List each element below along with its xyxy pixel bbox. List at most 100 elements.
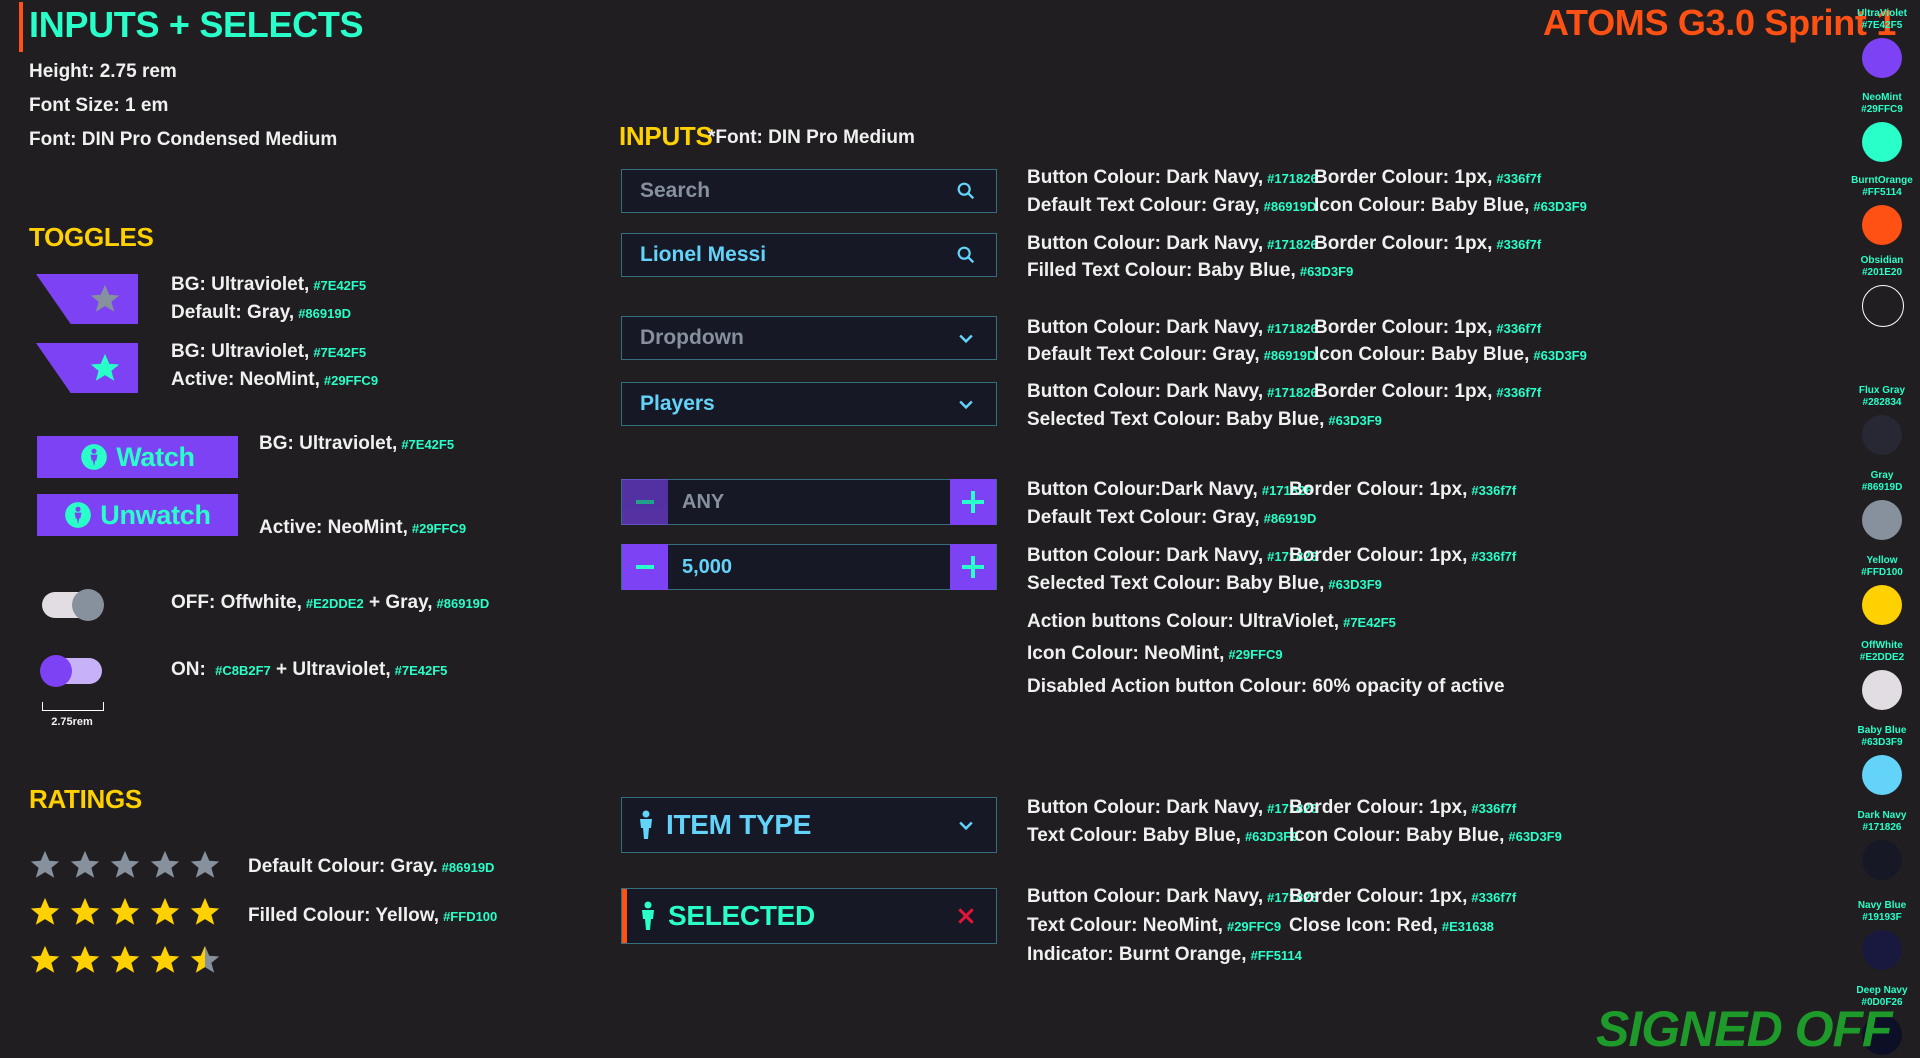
selected-chip[interactable]: SELECTED (621, 888, 997, 944)
note-stepper-text: Default Text Colour: Gray, #86919D (1027, 507, 1317, 528)
dropdown-select[interactable]: Dropdown (621, 316, 997, 360)
spec-font: Font: DIN Pro Condensed Medium (29, 129, 338, 150)
search-input-filled[interactable]: Lionel Messi (621, 233, 997, 277)
quantity-stepper-selected[interactable]: 5,000 (621, 544, 997, 590)
swatch-label: OffWhite #E2DDE2 (1842, 640, 1920, 664)
color-swatch (1862, 755, 1902, 795)
dropdown-select-selected[interactable]: Players (621, 382, 997, 426)
note-selected-button: Button Colour: Dark Navy, #171826 (1027, 886, 1318, 907)
search-placeholder: Search (640, 179, 711, 202)
swatch-hex: #FF5114 (1862, 187, 1902, 198)
star-icon[interactable] (148, 895, 182, 929)
star-icon[interactable] (188, 848, 222, 882)
star-toggle-active[interactable] (36, 343, 138, 393)
minus-icon (636, 565, 654, 569)
swatch-name: Navy Blue (1857, 900, 1907, 911)
swatch-label: NeoMint #29FFC9 (1842, 92, 1920, 116)
inputs-font-note: *Font: DIN Pro Medium (708, 127, 915, 148)
note-players-border: Border Colour: 1px, #336f7f (1314, 381, 1542, 402)
color-swatch (1862, 205, 1902, 245)
note-search-border: Border Colour: 1px, #336f7f (1314, 167, 1542, 188)
swatch-label: Gray #86919D (1842, 470, 1920, 494)
increment-button[interactable] (950, 479, 996, 525)
note-search-text: Default Text Colour: Gray, #86919D (1027, 195, 1317, 216)
note-players-text: Selected Text Colour: Baby Blue, #63D3F9 (1027, 409, 1382, 430)
note-stepper-button: Button Colour:Dark Navy, #171826 (1027, 479, 1313, 500)
rating-row-filled[interactable] (28, 895, 228, 929)
color-swatch (1862, 585, 1902, 625)
star-icon[interactable] (188, 895, 222, 929)
stepper-value: ANY (682, 490, 725, 513)
decrement-button[interactable] (622, 544, 668, 590)
ratings-title: RATINGS (29, 784, 142, 814)
chevron-down-icon[interactable] (946, 805, 986, 845)
spec-height: Height: 2.75 rem (29, 61, 177, 82)
note-itemtype-text: Text Colour: Baby Blue, #63D3F9 (1027, 825, 1299, 846)
unwatch-button[interactable]: Unwatch (37, 494, 238, 536)
toggles-title: TOGGLES (29, 222, 154, 252)
search-icon[interactable] (946, 235, 986, 275)
star-active-note-1: BG: Ultraviolet, #7E42F5 (171, 341, 367, 362)
rating-row-default[interactable] (28, 848, 228, 882)
unwatch-note: Active: NeoMint, #29FFC9 (259, 517, 467, 538)
switch-knob (72, 589, 104, 621)
swatch-hex: #63D3F9 (1861, 737, 1903, 748)
star-icon[interactable] (28, 943, 62, 977)
selected-label: SELECTED (668, 900, 815, 931)
swatch-label: BurntOrange #FF5114 (1842, 175, 1920, 199)
star-icon[interactable] (68, 895, 102, 929)
item-type-select[interactable]: ITEM TYPE (621, 797, 997, 853)
star-icon[interactable] (28, 848, 62, 882)
player-icon (65, 502, 92, 528)
decrement-button[interactable] (622, 479, 668, 525)
color-swatch (1862, 122, 1902, 162)
signed-off-stamp: SIGNED OFF (1596, 1001, 1893, 1057)
title-accent-bar (19, 2, 23, 52)
swatch-name: Yellow (1866, 555, 1898, 566)
note-dropdown-icon: Icon Colour: Baby Blue, #63D3F9 (1314, 344, 1587, 365)
swatch-hex: #FFD100 (1861, 567, 1903, 578)
swatch-label: Flux Gray #282834 (1842, 385, 1920, 409)
chevron-down-icon[interactable] (946, 384, 986, 424)
player-icon (622, 900, 656, 932)
quantity-stepper-default[interactable]: ANY (621, 479, 997, 525)
color-swatch (1862, 415, 1902, 455)
star-icon[interactable] (68, 943, 102, 977)
dimension-label: 2.75rem (51, 716, 93, 728)
star-icon[interactable] (148, 943, 182, 977)
search-icon[interactable] (946, 171, 986, 211)
star-icon[interactable] (188, 943, 222, 977)
swatch-hex: #E2DDE2 (1859, 652, 1905, 663)
color-swatch (1862, 500, 1902, 540)
player-icon (622, 809, 654, 841)
swatch-name: BurntOrange (1851, 175, 1913, 186)
star-icon[interactable] (108, 848, 142, 882)
selected-indicator (622, 889, 627, 943)
star-icon[interactable] (68, 848, 102, 882)
swatch-hex: #19193F (1862, 912, 1902, 923)
note-stepper-border: Border Colour: 1px, #336f7f (1289, 479, 1517, 500)
star-icon[interactable] (148, 848, 182, 882)
star-icon (90, 284, 120, 312)
increment-button[interactable] (950, 544, 996, 590)
swatch-name: Deep Navy (1856, 985, 1908, 996)
star-toggle-default[interactable] (36, 274, 138, 324)
star-icon[interactable] (108, 943, 142, 977)
rating-row-half[interactable] (28, 943, 228, 977)
watch-button[interactable]: Watch (37, 436, 238, 478)
note-selected-border: Border Colour: 1px, #336f7f (1289, 886, 1517, 907)
color-swatch (1862, 930, 1902, 970)
swatch-name: Obsidian (1860, 255, 1904, 266)
star-icon[interactable] (108, 895, 142, 929)
chevron-down-icon[interactable] (946, 318, 986, 358)
star-icon[interactable] (28, 895, 62, 929)
close-icon[interactable] (946, 896, 986, 936)
star-default-note-1: BG: Ultraviolet, #7E42F5 (171, 274, 367, 295)
plus-icon (962, 556, 984, 578)
star-default-note-2: Default: Gray, #86919D (171, 302, 351, 323)
search-input[interactable]: Search (621, 169, 997, 213)
minus-icon (636, 500, 654, 504)
note-disabled-action: Disabled Action button Colour: 60% opaci… (1027, 676, 1505, 697)
spec-font-size: Font Size: 1 em (29, 95, 169, 116)
note-itemtype-icon: Icon Colour: Baby Blue, #63D3F9 (1289, 825, 1562, 846)
